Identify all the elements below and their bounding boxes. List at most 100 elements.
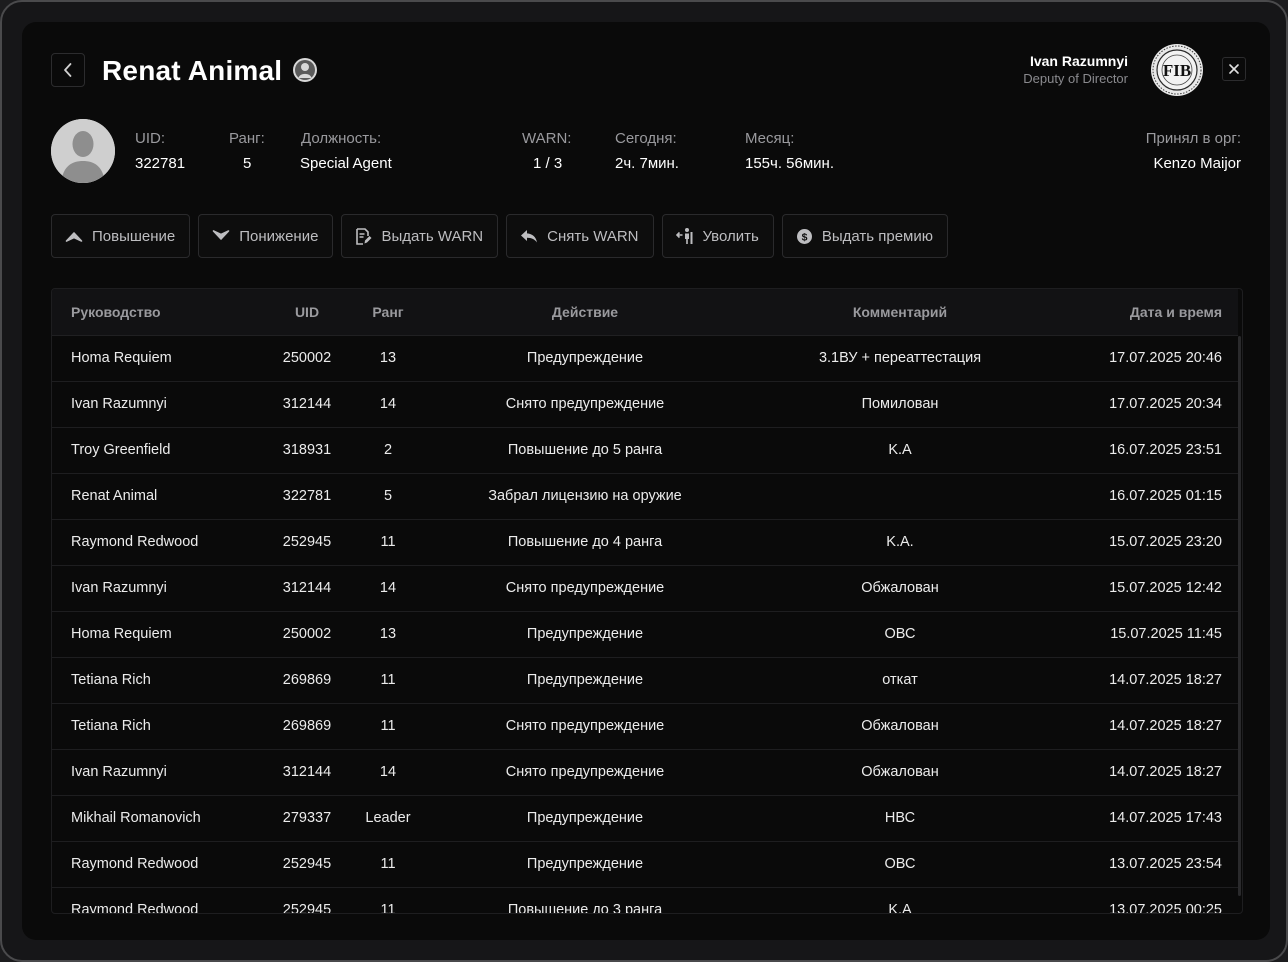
- svg-text:$: $: [801, 231, 807, 243]
- back-button[interactable]: [51, 53, 85, 87]
- close-icon: [1229, 64, 1239, 74]
- uid-value: 322781: [135, 155, 186, 172]
- cell-action: Снято предупреждение: [505, 764, 665, 780]
- demote-button[interactable]: Понижение: [198, 214, 334, 258]
- table-row: Raymond Redwood 252945 11 Предупреждение…: [52, 842, 1238, 888]
- cell-rank: 5: [383, 488, 393, 504]
- cell-uid: 250002: [282, 350, 332, 366]
- chevron-down-icon: [212, 230, 230, 240]
- table-header: Руководство UID Ранг Действие Комментари…: [52, 289, 1238, 336]
- cell-datetime: 16.07.2025 23:51: [1109, 442, 1222, 458]
- page-title: Renat Animal: [102, 55, 283, 86]
- warn-label: WARN:: [522, 130, 572, 147]
- column-header-uid: UID: [294, 304, 320, 320]
- fire-button-label: Уволить: [702, 227, 759, 245]
- cell-rank: 14: [379, 764, 397, 780]
- give-bonus-button-label: Выдать премию: [821, 227, 933, 245]
- cell-rank: Leader: [365, 810, 411, 826]
- cell-action: Снято предупреждение: [505, 580, 665, 596]
- action-bar: Повышение Понижение Выдать WARN Снять WA…: [51, 214, 948, 258]
- table-row: Homa Requiem 250002 13 Предупреждение 3.…: [52, 336, 1238, 382]
- position-value: Special Agent: [300, 155, 392, 172]
- cell-rank: 11: [380, 534, 396, 550]
- cell-uid: 279337: [282, 810, 332, 826]
- today-value: 2ч. 7мин.: [615, 155, 679, 172]
- cell-leader: Ivan Razumnyi: [71, 764, 167, 780]
- cell-leader: Troy Greenfield: [71, 442, 171, 458]
- cell-uid: 269869: [282, 672, 332, 688]
- cell-rank: 11: [380, 902, 396, 913]
- user-silhouette-icon: [51, 119, 115, 183]
- cell-leader: Homa Requiem: [71, 350, 172, 366]
- current-user-name: Ivan Razumnyi: [1029, 53, 1128, 69]
- uid-label: UID:: [135, 130, 165, 147]
- cell-comment: K.A.: [886, 534, 914, 550]
- cell-action: Снято предупреждение: [505, 396, 665, 412]
- rank-label: Ранг:: [229, 130, 265, 147]
- current-user: Ivan Razumnyi Deputy of Director: [1023, 52, 1128, 88]
- reply-arrow-icon: [521, 230, 538, 243]
- column-header-action: Действие: [551, 304, 619, 320]
- document-edit-icon: [356, 227, 372, 245]
- table-row: Tetiana Rich 269869 11 Предупреждение от…: [52, 658, 1238, 704]
- cell-datetime: 13.07.2025 23:54: [1109, 856, 1222, 872]
- cell-rank: 11: [380, 718, 396, 734]
- cell-action: Повышение до 5 ранга: [507, 442, 663, 458]
- rank-value: 5: [243, 155, 252, 172]
- cell-uid: 312144: [282, 764, 332, 780]
- cell-rank: 2: [383, 442, 393, 458]
- hired-by-value: Kenzo Maijor: [1153, 155, 1241, 172]
- promote-button[interactable]: Повышение: [51, 214, 191, 258]
- cell-comment: K.A: [888, 442, 912, 458]
- cell-action: Забрал лицензию на оружие: [488, 488, 682, 504]
- cell-rank: 14: [379, 580, 397, 596]
- avatar: [51, 119, 115, 183]
- today-label: Сегодня:: [615, 130, 677, 147]
- cell-comment: Обжалован: [861, 718, 939, 734]
- warn-value: 1 / 3: [533, 155, 563, 172]
- table-body[interactable]: Homa Requiem 250002 13 Предупреждение 3.…: [52, 336, 1238, 913]
- cell-datetime: 15.07.2025 11:45: [1110, 626, 1222, 642]
- cell-datetime: 14.07.2025 18:27: [1109, 672, 1222, 688]
- window-frame: Renat Animal Ivan Razumnyi Deputy of Dir…: [0, 0, 1288, 962]
- person-leave-icon: [675, 228, 692, 244]
- profile-icon[interactable]: [292, 57, 318, 83]
- cell-action: Повышение до 4 ранга: [507, 534, 663, 550]
- cell-leader: Homa Requiem: [71, 626, 172, 642]
- remove-warn-button[interactable]: Снять WARN: [506, 214, 654, 258]
- cell-action: Предупреждение: [526, 672, 644, 688]
- column-header-leader: Руководство: [71, 304, 161, 320]
- give-warn-button[interactable]: Выдать WARN: [341, 214, 499, 258]
- cell-datetime: 14.07.2025 17:43: [1109, 810, 1222, 826]
- table-row: Ivan Razumnyi 312144 14 Снято предупрежд…: [52, 382, 1238, 428]
- fib-logo-text: FIB: [1163, 61, 1191, 80]
- cell-uid: 312144: [282, 580, 332, 596]
- cell-leader: Raymond Redwood: [71, 856, 199, 872]
- cell-comment: откат: [882, 672, 918, 688]
- cell-comment: 3.1ВУ + переаттестация: [818, 350, 982, 366]
- member-panel: Renat Animal Ivan Razumnyi Deputy of Dir…: [22, 22, 1270, 940]
- table-row: Ivan Razumnyi 312144 14 Снято предупрежд…: [52, 750, 1238, 796]
- close-button[interactable]: [1222, 57, 1246, 81]
- table-row: Renat Animal 322781 5 Забрал лицензию на…: [52, 474, 1238, 520]
- fire-button[interactable]: Уволить: [661, 214, 774, 258]
- cell-datetime: 14.07.2025 18:27: [1109, 764, 1222, 780]
- give-warn-button-label: Выдать WARN: [381, 227, 484, 245]
- cell-action: Предупреждение: [526, 626, 644, 642]
- cell-uid: 252945: [282, 856, 332, 872]
- column-header-comment: Комментарий: [852, 304, 948, 320]
- give-bonus-button[interactable]: $ Выдать премию: [781, 214, 948, 258]
- cell-rank: 14: [379, 396, 397, 412]
- cell-action: Предупреждение: [526, 810, 644, 826]
- cell-action: Предупреждение: [526, 350, 644, 366]
- cell-leader: Renat Animal: [71, 488, 158, 504]
- cell-leader: Raymond Redwood: [71, 902, 199, 913]
- cell-leader: Raymond Redwood: [71, 534, 199, 550]
- cell-comment: Помилован: [861, 396, 939, 412]
- current-user-role: Deputy of Director: [1023, 71, 1128, 86]
- promote-button-label: Повышение: [92, 227, 176, 245]
- cell-leader: Ivan Razumnyi: [71, 580, 167, 596]
- position-label: Должность:: [301, 130, 382, 147]
- table-scrollbar[interactable]: [1238, 336, 1241, 896]
- cell-comment: Обжалован: [861, 580, 939, 596]
